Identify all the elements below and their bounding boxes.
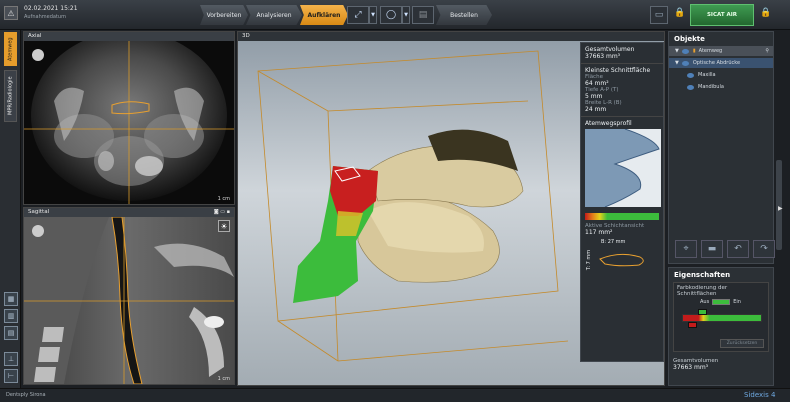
circle-tool-button[interactable]: ◯ [380,6,402,24]
3d-title: 3D [238,32,664,41]
object-row-maxilla[interactable]: Maxilla [669,70,773,80]
undo-button[interactable]: ↶ [727,240,749,258]
airway-color-bar [585,213,659,220]
bar-tool-button[interactable]: ▬ [701,240,723,258]
link-icon[interactable]: ⚲ [765,48,769,54]
tab-atemweg[interactable]: Atemweg [4,32,17,66]
monitor-icon: ▭ [654,10,664,20]
eye-icon[interactable] [687,72,694,78]
patient-datetime: 02.02.2021 15:21 [24,5,78,12]
step-bestellen[interactable]: Bestellen [436,5,492,25]
eye-icon[interactable] [687,84,694,90]
depth-value: 5 mm [585,93,603,100]
bottom-bar: Dentsply Sirona Sidexis 4 [0,388,790,402]
on-label: Ein [733,299,741,305]
total-volume-label: Gesamtvolumen [585,46,635,53]
product-name: Sidexis 4 [744,391,776,399]
redo-icon: ↷ [760,244,768,254]
step-aufklaeren[interactable]: Aufklären [300,5,348,25]
3d-view[interactable]: 3D Gesamtvolumen 37663 mm³ Kleinste Schn… [237,31,665,386]
total-volume-value: 37663 mm³ [585,53,621,60]
axial-scale: 1 cm [217,196,230,202]
profile-label: Atemwegsprofil [585,120,632,127]
airway-profile-graph[interactable] [585,128,661,208]
axial-image[interactable]: 1 cm [24,41,234,204]
width-value: 24 mm [585,106,607,113]
sagittal-ct-svg [24,217,234,384]
brand-logo: Dentsply Sirona [6,392,46,398]
step-analysieren[interactable]: Analysieren [246,5,302,25]
collapse-icon[interactable]: ▼ [675,60,679,66]
crosshair-icon: ⌖ [683,244,689,254]
objects-title: Objekte [674,35,705,43]
collapse-icon[interactable]: ▼ [675,48,679,54]
tab-mpr-radiologie[interactable]: MPR/Radiologie [4,70,17,122]
expand-icon[interactable]: ▶ [778,205,783,212]
redo-button[interactable]: ↷ [753,240,775,258]
color-toggle[interactable] [712,299,731,305]
threshold-slider[interactable] [682,309,762,329]
sagittal-image[interactable]: ☀ 1 cm [24,217,234,384]
eye-icon[interactable] [681,60,689,66]
reset-button[interactable]: Zurücksetzen [720,339,764,348]
bar-icon: ▬ [707,244,717,254]
axial-title: Axial [24,32,234,41]
top-bar: ⚠ 02.02.2021 15:21 Aufnahmedatum Vorbere… [0,0,790,30]
eye-icon[interactable] [681,48,689,54]
step-vorbereiten[interactable]: Vorbereiten [200,5,248,25]
area-value: 64 mm² [585,80,609,87]
min-cross-label: Kleinste Schnittfläche [585,67,651,74]
view-controls-icon[interactable]: ◙ ▭ ▪ [214,208,230,217]
airway-color-icon: ▮ [692,48,696,54]
circle-dropdown[interactable]: ▼ [402,6,410,24]
object-tools: ⌖ ▬ ↶ ↷ [675,240,775,258]
sagittal-scale: 1 cm [217,376,230,382]
app-logo-icon[interactable]: ⚠ [4,6,18,20]
airway-info-panel: Gesamtvolumen 37663 mm³ Kleinste Schnitt… [580,42,664,362]
layout-1-icon[interactable]: ▦ [4,292,18,306]
sagittal-title: Sagittal ◙ ▭ ▪ [24,208,234,217]
database-button[interactable]: ▤ [412,6,434,24]
lock-icon[interactable]: 🔒 [674,8,685,18]
3d-render-svg [257,50,569,362]
sagittal-view[interactable]: Sagittal ◙ ▭ ▪ ☀ 1 cm [23,207,235,385]
b-measure: B: 27 mm [601,239,626,245]
slider-handle-low[interactable] [688,322,697,328]
left-tab-strip: Atemweg MPR/Radiologie ▦ ▥ ▤ ⊥ ⊢ [0,30,21,388]
measure-icon: ⤢ [354,10,362,20]
lock-icon[interactable]: 🔒 [760,8,771,18]
sicat-air-tab[interactable]: SICAT AIR [690,4,754,26]
properties-title: Eigenschaften [674,271,731,279]
measure-dropdown[interactable]: ▼ [369,6,377,24]
properties-panel: Eigenschaften Farbkodierung der Schnittf… [668,267,774,386]
props-volume-value: 37663 mm³ [673,364,709,371]
patient-subtitle: Aufnahmedatum [24,14,66,20]
database-icon: ▤ [418,10,428,20]
object-row-optische-abdruecke[interactable]: ▼ Optische Abdrücke [669,58,773,68]
off-label: Aus [700,299,710,305]
chevron-down-icon: ▼ [371,12,375,18]
color-coding-label: Farbkodierung der Schnittflächen [677,285,728,297]
cross-section-shape [599,253,644,267]
t-measure: T: 7 mm [586,249,593,271]
object-row-mandibula[interactable]: Mandibula [669,82,773,92]
slider-handle-high[interactable] [698,309,707,315]
target-tool-button[interactable]: ⌖ [675,240,697,258]
layout-3-icon[interactable]: ▤ [4,326,18,340]
undo-icon: ↶ [734,244,742,254]
layout-2-icon[interactable]: ▥ [4,309,18,323]
monitor-button[interactable]: ▭ [650,6,668,24]
axial-view[interactable]: Axial 1 cm [23,31,235,205]
tool-a-icon[interactable]: ⊥ [4,352,18,366]
circle-icon: ◯ [385,10,397,20]
axial-ct-svg [24,41,234,204]
chevron-down-icon: ▼ [404,12,408,18]
brightness-icon[interactable]: ☀ [218,220,230,232]
active-slice-value: 117 mm² [585,229,613,236]
object-row-atemweg[interactable]: ▼ ▮ Atemweg ⚲ [669,46,773,56]
tool-b-icon[interactable]: ⊢ [4,369,18,383]
measure-tool-button[interactable]: ⤢ [347,6,369,24]
objects-panel: Objekte ▼ ▮ Atemweg ⚲ ▼ Optische Abdrück… [668,31,775,264]
